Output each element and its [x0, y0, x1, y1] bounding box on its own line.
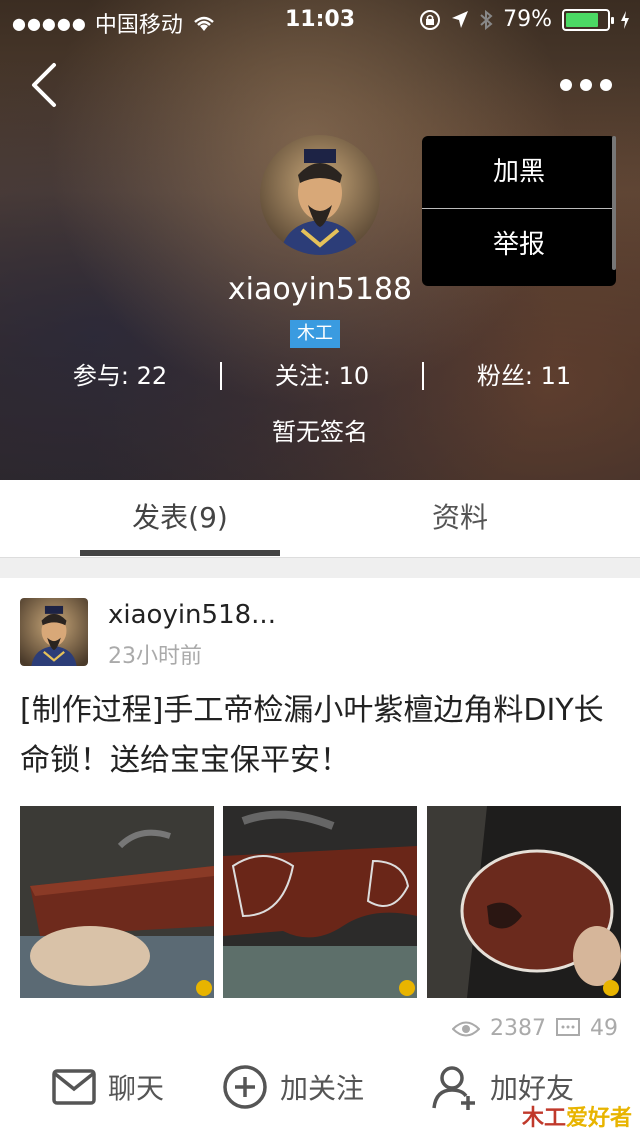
follow-label: 加关注 — [280, 1072, 365, 1105]
post-meta: 2387 49 — [452, 1016, 618, 1041]
avatar-image — [260, 135, 380, 255]
more-dots-icon — [560, 79, 572, 91]
watermark-part2: 爱好者 — [565, 1106, 632, 1131]
wood-photo-image — [20, 806, 214, 998]
more-dots-icon — [600, 79, 612, 91]
add-user-icon — [432, 1066, 475, 1110]
wood-photo-image — [427, 806, 621, 998]
watermark-part1: 木工 — [521, 1106, 566, 1131]
bottom-action-bar: 聊天 加关注 加好友 木工爱好者 — [0, 1040, 640, 1136]
comment-count: 49 — [590, 1016, 618, 1041]
post-title[interactable]: [制作过程]手工帝检漏小叶紫檀边角料DIY长命锁！送给宝宝保平安！ — [20, 686, 620, 786]
chevron-left-icon — [32, 63, 56, 107]
location-icon — [452, 10, 469, 28]
post-author-name[interactable]: xiaoyin518... — [108, 600, 276, 630]
post-image-1[interactable] — [20, 806, 214, 998]
post-image-3[interactable] — [427, 806, 621, 998]
battery-icon — [562, 8, 614, 31]
back-button[interactable] — [24, 60, 68, 110]
tab-active-indicator — [80, 550, 280, 556]
comment-icon — [556, 1017, 580, 1036]
view-count: 2387 — [490, 1016, 546, 1041]
status-bar: ●●●●● 中国移动 11:03 79% — [0, 0, 640, 40]
status-right: 79% — [419, 7, 630, 32]
wood-photo-image — [223, 806, 417, 998]
rotation-lock-icon — [420, 9, 441, 30]
menu-item-report[interactable]: 举报 — [422, 209, 616, 281]
stat-following[interactable]: 关注: 10 — [222, 356, 422, 396]
tab-info[interactable]: 资料 — [360, 480, 560, 556]
post-card[interactable]: xiaoyin518... 23小时前 [制作过程]手工帝检漏小叶紫檀边角料DI… — [0, 578, 640, 1048]
tab-posts[interactable]: 发表(9) — [80, 480, 280, 556]
brand-watermark: 木工爱好者 — [522, 1100, 632, 1132]
stat-participation[interactable]: 参与: 22 — [20, 356, 220, 396]
mail-icon — [52, 1069, 96, 1105]
follow-button[interactable]: 加关注 — [222, 1064, 364, 1110]
chat-button[interactable]: 聊天 — [52, 1064, 164, 1110]
charging-icon — [621, 10, 629, 29]
stat-followers[interactable]: 粉丝: 11 — [424, 356, 624, 396]
profile-tabs: 发表(9) 资料 — [0, 480, 640, 558]
more-popup-menu: 加黑 举报 — [422, 136, 616, 286]
eye-icon — [452, 1021, 480, 1036]
avatar-image — [20, 598, 88, 666]
bluetooth-icon — [480, 9, 493, 30]
menu-scrollbar — [612, 136, 616, 270]
menu-item-blacklist[interactable]: 加黑 — [422, 136, 616, 208]
post-image-2[interactable] — [223, 806, 417, 998]
plus-circle-icon — [223, 1065, 267, 1109]
battery-percent: 79% — [503, 7, 552, 32]
more-dots-icon — [580, 79, 592, 91]
profile-stats: 参与: 22 关注: 10 粉丝: 11 — [0, 356, 640, 396]
chat-label: 聊天 — [108, 1072, 165, 1105]
profile-signature: 暂无签名 — [272, 418, 368, 446]
post-timestamp: 23小时前 — [108, 644, 202, 669]
profile-avatar[interactable] — [260, 135, 380, 255]
profile-header: ●●●●● 中国移动 11:03 79% xiaoyin5188 木工 参与: … — [0, 0, 640, 480]
profile-tag: 木工 — [290, 320, 340, 348]
more-button[interactable] — [560, 70, 620, 100]
post-author-avatar[interactable] — [20, 598, 88, 666]
